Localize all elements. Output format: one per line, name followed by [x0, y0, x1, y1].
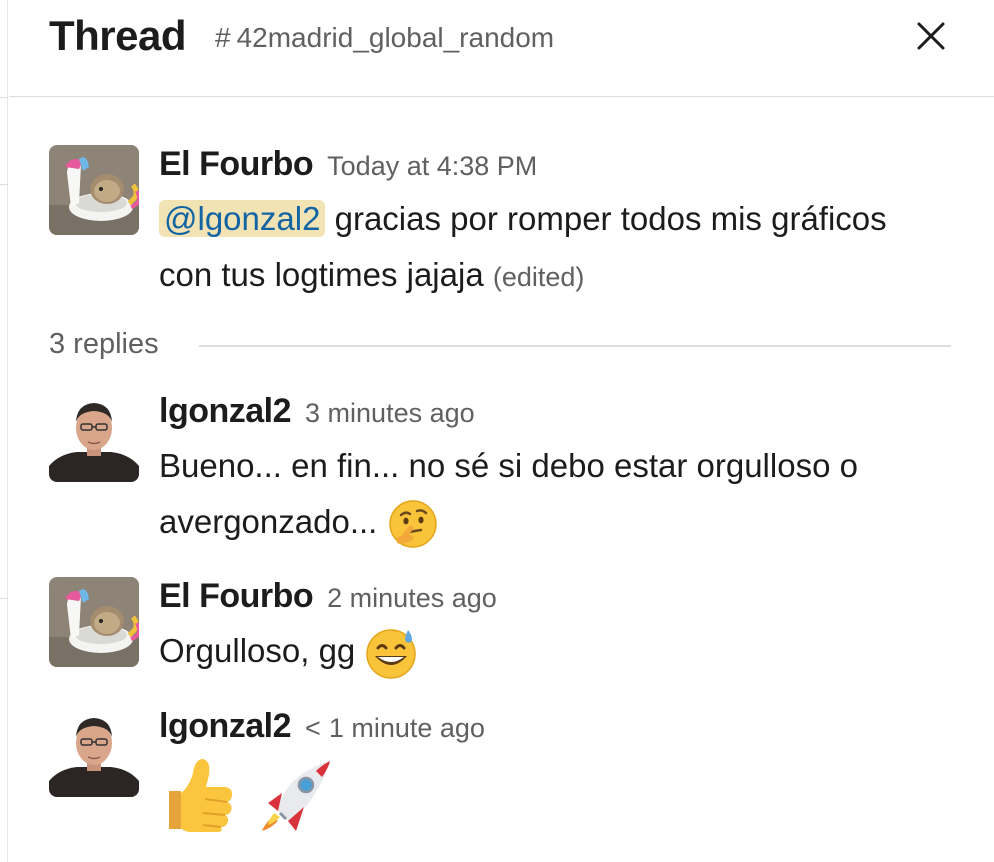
message-line: avergonzado... — [159, 503, 378, 540]
channel-name: 42madrid_global_random — [236, 22, 555, 53]
timestamp[interactable]: 1 minute ago — [329, 713, 485, 743]
timestamp[interactable]: 3 minutes ago — [305, 398, 475, 428]
message-line: gracias por romper todos mis gráficos — [334, 200, 887, 237]
author-name[interactable]: El Fourbo — [159, 577, 314, 615]
replies-count: 3 replies — [49, 328, 159, 360]
avatar[interactable] — [49, 392, 139, 482]
message-line: Orgulloso, gg — [159, 632, 356, 669]
reply-message: lgonzal2 <1 minute ago — [49, 707, 969, 837]
grinning-sweat-emoji — [364, 626, 418, 680]
timestamp[interactable]: Today at 4:38 PM — [327, 151, 537, 181]
root-message: El Fourbo Today at 4:38 PM @lgonzal2 grac… — [49, 145, 969, 305]
timestamp[interactable]: 2 minutes ago — [327, 583, 497, 613]
time-prefix: < — [305, 713, 321, 743]
avatar[interactable] — [49, 577, 139, 667]
author-name[interactable]: lgonzal2 — [159, 392, 292, 430]
pane-divider — [0, 97, 8, 98]
thread-header: Thread #42madrid_global_random — [9, 0, 994, 97]
close-icon — [917, 22, 945, 50]
edited-label: (edited) — [492, 262, 585, 292]
avatar[interactable] — [49, 707, 139, 797]
message-text: @lgonzal2 gracias por romper todos mis g… — [159, 191, 969, 305]
rocket-emoji — [256, 751, 338, 833]
message-text: Bueno... en fin... no sé si debo estar o… — [159, 438, 969, 550]
thumbs-up-emoji — [159, 751, 239, 833]
grinning-sweat-icon — [366, 629, 417, 680]
message-text: Orgulloso, gg — [159, 623, 969, 680]
author-name[interactable]: lgonzal2 — [159, 707, 292, 745]
message-line: Bueno... en fin... no sé si debo estar o… — [159, 447, 858, 484]
channel-hash: # — [215, 22, 231, 53]
replies-divider: 3 replies — [49, 328, 951, 368]
close-button[interactable] — [909, 14, 953, 58]
reply-message: El Fourbo 2 minutes ago Orgulloso, gg — [49, 577, 969, 687]
man-glasses-avatar — [49, 392, 139, 482]
message-header: El Fourbo Today at 4:38 PM — [159, 145, 537, 184]
thinking-face-emoji — [387, 498, 439, 550]
user-mention[interactable]: @lgonzal2 — [159, 200, 326, 237]
pane-divider — [0, 598, 8, 599]
left-pane-edge — [0, 0, 8, 862]
message-header: El Fourbo 2 minutes ago — [159, 577, 497, 616]
thumbs-up-icon — [169, 759, 233, 832]
unicorn-float-avatar — [49, 145, 139, 235]
divider-line — [199, 345, 951, 347]
message-header: lgonzal2 <1 minute ago — [159, 707, 485, 746]
unicorn-float-avatar — [49, 577, 139, 667]
author-name[interactable]: El Fourbo — [159, 145, 314, 183]
thread-title: Thread — [49, 12, 187, 59]
message-line: con tus logtimes jajaja — [159, 256, 484, 293]
message-text — [159, 751, 969, 833]
channel-link[interactable]: #42madrid_global_random — [215, 22, 554, 54]
pane-divider — [0, 184, 8, 185]
message-header: lgonzal2 3 minutes ago — [159, 392, 475, 431]
thinking-face-icon — [388, 500, 437, 549]
man-glasses-avatar — [49, 707, 139, 797]
reply-message: lgonzal2 3 minutes ago Bueno... en fin...… — [49, 392, 969, 549]
rocket-icon — [262, 761, 331, 831]
avatar[interactable] — [49, 145, 139, 235]
